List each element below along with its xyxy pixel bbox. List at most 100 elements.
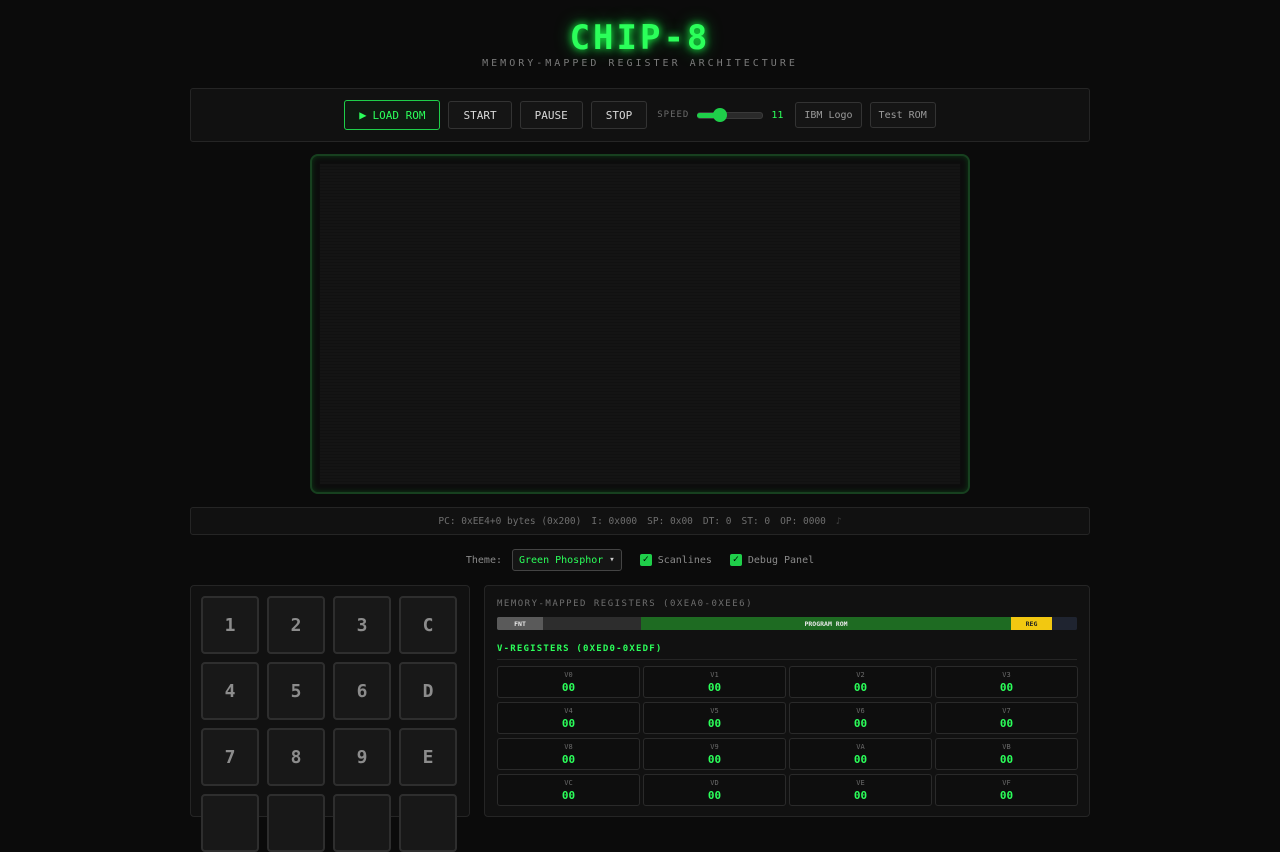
register-value: 00 (999, 717, 1014, 730)
load-rom-label: LOAD ROM (372, 108, 426, 122)
keypad: 1 2 3 C 4 5 6 D 7 8 9 E (190, 585, 470, 852)
debug-panel-title: MEMORY-MAPPED REGISTERS (0XEA0-0XEE6) (497, 599, 753, 609)
load-rom-button[interactable]: ▶ LOAD ROM (344, 100, 441, 130)
scanlines-label: Scanlines (657, 554, 712, 566)
test-rom-button[interactable]: Test ROM (869, 102, 936, 128)
app-title: CHIP-8 (569, 18, 711, 58)
register-vd: VD 00 (643, 774, 786, 806)
key-7[interactable]: 7 (201, 728, 259, 786)
register-name: V1 (710, 671, 719, 679)
register-v3: V3 00 (935, 666, 1078, 698)
register-name: V6 (856, 707, 865, 715)
key-5[interactable]: 5 (267, 662, 325, 720)
ibm-logo-rom-button[interactable]: IBM Logo (795, 102, 862, 128)
pause-button[interactable]: PAUSE (519, 101, 583, 129)
theme-label: Theme: (465, 554, 502, 566)
key-6[interactable]: 6 (333, 662, 391, 720)
register-value: 00 (561, 717, 576, 730)
display-frame (310, 154, 970, 494)
scanlines-checkbox[interactable]: ✓ (639, 554, 652, 566)
register-value: 00 (561, 789, 576, 802)
register-v0: V0 00 (497, 666, 640, 698)
register-vf: VF 00 (935, 774, 1078, 806)
register-v6: V6 00 (789, 702, 932, 734)
register-value: 00 (707, 717, 722, 730)
status-pc: PC: 0xEE4+0 bytes (0x200) (438, 515, 582, 527)
key-e[interactable]: E (399, 728, 457, 786)
register-name: V0 (564, 671, 573, 679)
key-b[interactable] (333, 794, 391, 852)
key-8[interactable]: 8 (267, 728, 325, 786)
key-a[interactable] (201, 794, 259, 852)
v-registers-title: V-REGISTERS (0XED0-0XEDF) (497, 644, 663, 654)
key-4[interactable]: 4 (201, 662, 259, 720)
status-op: OP: 0000 (780, 515, 826, 527)
debug-panel-toggle[interactable]: ✓ Debug Panel (729, 554, 815, 566)
register-ve: VE 00 (789, 774, 932, 806)
register-value: 00 (853, 753, 868, 766)
register-v7: V7 00 (935, 702, 1078, 734)
register-value: 00 (561, 753, 576, 766)
memory-segment-registers: REG (1011, 617, 1052, 630)
speed-label: SPEED (657, 110, 690, 120)
register-name: V5 (710, 707, 719, 715)
memory-segment-program-rom: PROGRAM ROM (641, 617, 1011, 630)
stop-button[interactable]: STOP (590, 101, 648, 129)
register-v2: V2 00 (789, 666, 932, 698)
speed-slider-thumb[interactable] (713, 108, 728, 122)
register-name: V3 (1002, 671, 1011, 679)
register-v9: V9 00 (643, 738, 786, 770)
toolbar: ▶ LOAD ROM START PAUSE STOP SPEED 11 IBM… (190, 88, 1090, 142)
register-name: V8 (564, 743, 573, 751)
register-value: 00 (999, 789, 1014, 802)
status-i: I: 0x000 (591, 515, 638, 527)
register-v4: V4 00 (497, 702, 640, 734)
key-c[interactable]: C (399, 596, 457, 654)
chevron-down-icon: ▾ (609, 555, 615, 565)
app-subtitle: MEMORY-MAPPED REGISTER ARCHITECTURE (482, 58, 798, 69)
register-value: 00 (853, 789, 868, 802)
divider (497, 659, 1077, 660)
register-va: VA 00 (789, 738, 932, 770)
debug-panel-label: Debug Panel (747, 554, 815, 566)
start-button[interactable]: START (448, 101, 512, 129)
key-2[interactable]: 2 (267, 596, 325, 654)
register-v5: V5 00 (643, 702, 786, 734)
register-name: V9 (710, 743, 719, 751)
key-d[interactable]: D (399, 662, 457, 720)
memory-segment-font: FNT (497, 617, 543, 630)
register-name: V2 (856, 671, 865, 679)
register-name: VE (856, 779, 865, 787)
key-0[interactable] (267, 794, 325, 852)
register-vc: VC 00 (497, 774, 640, 806)
memory-segment-free (1052, 617, 1077, 630)
register-name: VA (856, 743, 865, 751)
register-value: 00 (707, 681, 722, 694)
play-icon: ▶ (359, 108, 367, 122)
register-name: VD (710, 779, 719, 787)
key-f[interactable] (399, 794, 457, 852)
register-name: V7 (1002, 707, 1011, 715)
key-3[interactable]: 3 (333, 596, 391, 654)
register-name: VC (564, 779, 573, 787)
register-value: 00 (853, 681, 868, 694)
settings-row: Theme: Green Phosphor ▾ ✓ Scanlines ✓ De… (0, 548, 1280, 572)
register-value: 00 (707, 789, 722, 802)
status-dt: DT: 0 (702, 515, 732, 527)
debug-panel-checkbox[interactable]: ✓ (729, 554, 742, 566)
status-bar: PC: 0xEE4+0 bytes (0x200) I: 0x000 SP: 0… (190, 507, 1090, 535)
display-screen (320, 164, 960, 484)
scanlines-toggle[interactable]: ✓ Scanlines (639, 554, 712, 566)
register-vb: VB 00 (935, 738, 1078, 770)
theme-value: Green Phosphor (518, 554, 604, 566)
speed-slider[interactable] (697, 108, 764, 122)
register-value: 00 (853, 717, 868, 730)
register-v1: V1 00 (643, 666, 786, 698)
theme-select[interactable]: Green Phosphor ▾ (511, 549, 622, 571)
register-v8: V8 00 (497, 738, 640, 770)
key-1[interactable]: 1 (201, 596, 259, 654)
register-value: 00 (707, 753, 722, 766)
sound-icon: ♪ (835, 515, 842, 527)
key-9[interactable]: 9 (333, 728, 391, 786)
register-name: V4 (564, 707, 573, 715)
